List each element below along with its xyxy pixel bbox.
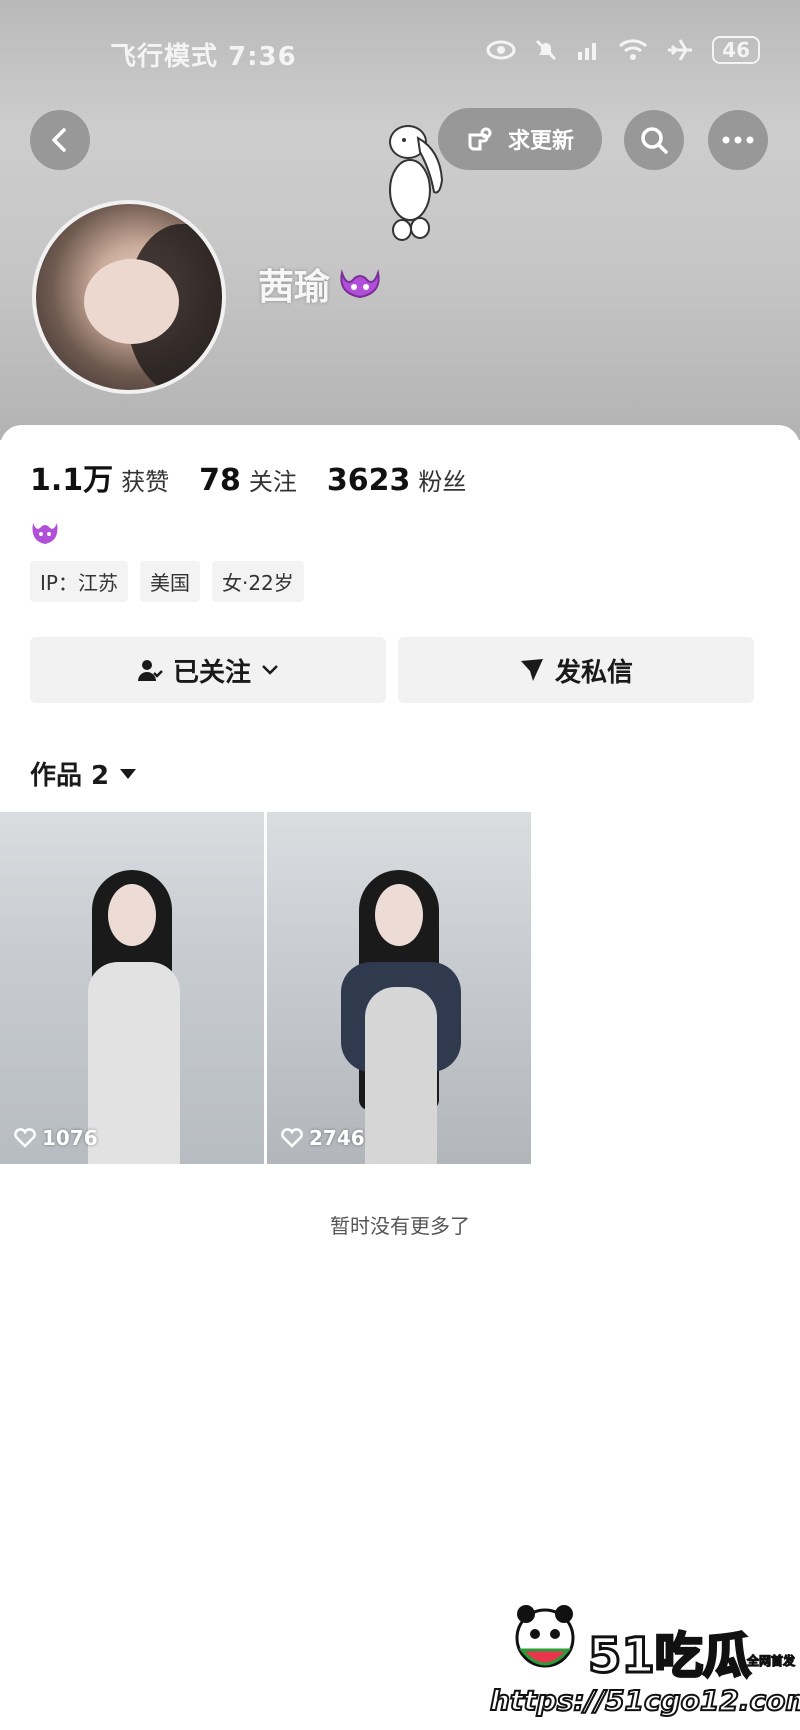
- username-text: 茜瑜: [258, 267, 331, 308]
- signal-icon: [578, 43, 597, 60]
- following-button[interactable]: 已关注: [30, 637, 386, 703]
- user-check-icon: [137, 660, 163, 681]
- followers-label: 粉丝: [418, 468, 467, 496]
- watermark-subtitle: 全网首发: [746, 1654, 795, 1669]
- caret-down-icon: [120, 768, 137, 779]
- thumbnail-figure-body: [88, 962, 180, 1164]
- chevron-left-icon: [52, 128, 66, 152]
- wifi-icon: [619, 39, 648, 60]
- following-stat[interactable]: 78 关注: [199, 462, 297, 498]
- following-button-label: 已关注: [172, 657, 251, 688]
- thumbnail-figure-face: [375, 884, 423, 946]
- send-message-button[interactable]: 发私信: [398, 637, 754, 703]
- thumbnail-figure-body: [365, 987, 437, 1164]
- status-bar: 飞行模式 7:36 46: [0, 30, 800, 74]
- tag-gender-age: 女·22岁: [211, 561, 304, 602]
- following-label: 关注: [248, 468, 297, 496]
- avatar-face: [84, 259, 179, 344]
- status-time: 飞行模式 7:36: [110, 42, 297, 72]
- profile-actions: 已关注 发私信: [30, 637, 754, 703]
- request-update-button[interactable]: 求更新: [438, 108, 602, 170]
- like-count: 2746: [309, 1126, 365, 1150]
- devil-emoji-icon: [32, 523, 58, 544]
- followers-stat[interactable]: 3623 粉丝: [327, 462, 467, 498]
- status-icons: 46: [486, 36, 760, 64]
- profile-card: 1.1万 获赞 78 关注 3623 粉丝 IP：江苏 美国 女·22岁 已关注…: [0, 425, 800, 1730]
- send-message-label: 发私信: [554, 657, 633, 688]
- like-count-overlay: 2746: [281, 1126, 365, 1150]
- profile-username: 茜瑜: [258, 258, 382, 310]
- profile-tags: IP：江苏 美国 女·22岁: [30, 561, 304, 602]
- likes-stat[interactable]: 1.1万 获赞: [30, 455, 169, 499]
- heart-icon: [281, 1128, 303, 1148]
- battery-indicator: 46: [712, 36, 760, 64]
- watermelon-mascot-icon: [515, 1605, 575, 1668]
- devil-crown-icon: [340, 269, 380, 299]
- heart-icon: [14, 1128, 36, 1148]
- site-watermark: 51吃瓜 全网首发 https://51cgo12.com: [489, 1600, 800, 1725]
- mute-icon: [536, 39, 557, 61]
- likes-count: 1.1万: [30, 463, 114, 498]
- video-thumbnail[interactable]: 1076: [0, 812, 264, 1164]
- search-icon: [641, 127, 668, 154]
- more-options-button[interactable]: [708, 110, 768, 170]
- like-count: 1076: [42, 1126, 98, 1150]
- watermark-url: https://51cgo12.com: [489, 1683, 800, 1718]
- request-update-label: 求更新: [507, 129, 574, 154]
- profile-stats: 1.1万 获赞 78 关注 3623 粉丝: [30, 455, 466, 499]
- eye-icon: [486, 40, 516, 60]
- send-arrow-icon: [520, 659, 543, 681]
- followers-count: 3623: [326, 463, 411, 498]
- back-button[interactable]: [30, 110, 90, 170]
- pointing-hand-icon: [468, 127, 492, 151]
- likes-label: 获赞: [121, 468, 170, 496]
- avatar[interactable]: [32, 200, 226, 394]
- like-count-overlay: 1076: [14, 1126, 98, 1150]
- airplane-icon: [668, 39, 693, 61]
- watermark-logo: 51吃瓜: [510, 1600, 753, 1684]
- more-dots-icon: [722, 136, 754, 144]
- works-title-text: 作品 2: [30, 761, 110, 791]
- works-grid: 1076 2746: [0, 812, 531, 1164]
- chevron-down-icon: [262, 665, 278, 675]
- watermark-brand: 51吃瓜: [587, 1628, 753, 1684]
- search-button[interactable]: [624, 110, 684, 170]
- following-count: 78: [199, 463, 241, 498]
- end-of-list-text: 暂时没有更多了: [330, 1214, 470, 1238]
- thumbnail-figure-face: [108, 884, 156, 946]
- video-thumbnail[interactable]: 2746: [267, 812, 531, 1164]
- tag-ip-location: IP：江苏: [30, 561, 128, 602]
- works-tab[interactable]: 作品 2: [30, 755, 137, 792]
- tag-region: 美国: [139, 561, 200, 602]
